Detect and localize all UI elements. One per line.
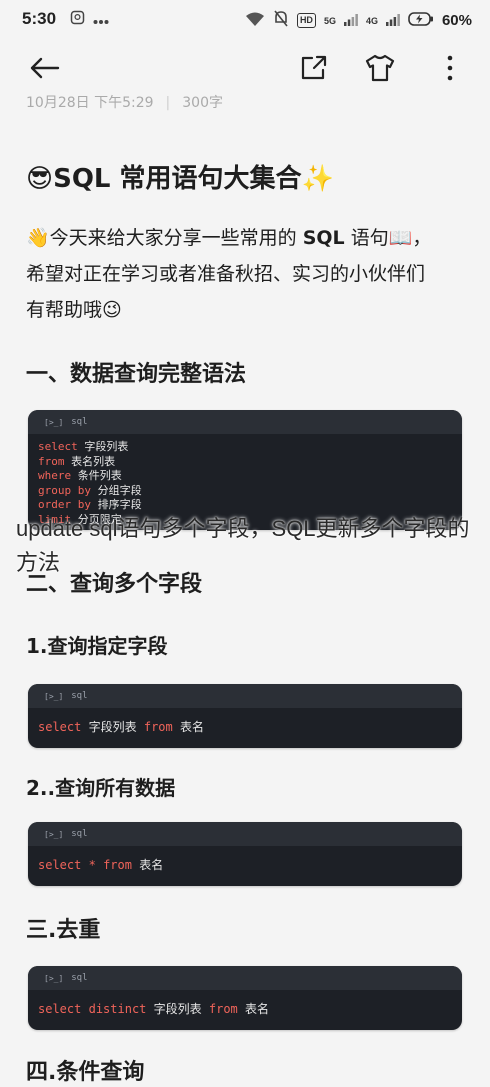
sub-heading-2: 2..查询所有数据	[26, 776, 176, 800]
article-meta: 10月28日 下午5:29 | 300字	[26, 92, 223, 112]
intro-line-2: 希望对正在学习或者准备秋招、实习的小伙伴们	[26, 263, 426, 285]
code-lang-label: sql	[71, 691, 88, 701]
code-lang-label: sql	[71, 829, 88, 839]
code-block-select-all: [>_] sql select * from 表名	[28, 822, 462, 886]
code-line: select 字段列表	[38, 440, 129, 453]
notification-badge-icon	[70, 10, 85, 29]
back-arrow-icon	[30, 57, 60, 79]
section-heading-1: 一、数据查询完整语法	[26, 362, 247, 387]
mute-bell-icon	[273, 10, 289, 31]
code-lang-label: sql	[71, 973, 88, 983]
network-5g-label: 5G	[323, 15, 336, 26]
network-4g-label: 4G	[365, 15, 378, 26]
code-body: select * from 表名	[38, 858, 164, 872]
screen: 5:30 HD 5G 4G 60% 10月28日 下午5:29 | 300字 😎…	[0, 0, 490, 1087]
back-button[interactable]	[28, 52, 60, 84]
code-line: order by 排序字段	[38, 498, 142, 511]
more-vertical-icon	[447, 55, 453, 81]
code-line: group by 分组字段	[38, 483, 142, 497]
intro-line-1: 👋今天来给大家分享一些常用的 SQL 语句📖，	[26, 227, 432, 249]
battery-percent: 60%	[441, 12, 472, 29]
code-header: [>_] sql	[28, 966, 462, 990]
signal-4g-icon	[385, 11, 400, 30]
code-header: [>_] sql	[28, 822, 462, 846]
code-line: from 表名列表	[38, 454, 116, 468]
word-count: 300字	[182, 95, 223, 111]
code-block-select-fields: [>_] sql select 字段列表 from 表名	[28, 684, 462, 748]
code-header: [>_] sql	[28, 684, 462, 708]
terminal-icon: [>_]	[44, 829, 64, 839]
code-body: select 字段列表 from 表名	[38, 720, 204, 734]
meta-divider: |	[165, 95, 171, 111]
sub-heading-1: 1.查询指定字段	[26, 634, 168, 658]
code-lang-label: sql	[71, 417, 88, 427]
more-dots-icon	[93, 10, 109, 29]
article-intro: 👋今天来给大家分享一些常用的 SQL 语句📖， 希望对正在学习或者准备秋招、实习…	[26, 220, 466, 328]
code-body: select distinct 字段列表 from 表名	[38, 1002, 270, 1016]
status-time: 5:30	[22, 9, 57, 28]
publish-date: 10月28日 下午5:29	[26, 95, 154, 111]
section-heading-3: 三.去重	[26, 918, 101, 943]
terminal-icon: [>_]	[44, 691, 64, 701]
share-button[interactable]	[298, 52, 330, 84]
terminal-icon: [>_]	[44, 973, 64, 983]
code-block-distinct: [>_] sql select distinct 字段列表 from 表名	[28, 966, 462, 1030]
wifi-icon	[245, 11, 265, 31]
battery-charging-icon	[408, 11, 434, 30]
status-bar: 5:30 HD 5G 4G 60%	[0, 0, 490, 38]
section-heading-4: 四.条件查询	[26, 1060, 145, 1085]
terminal-icon: [>_]	[44, 417, 64, 427]
code-header: [>_] sql	[28, 410, 462, 434]
signal-5g-icon	[343, 11, 358, 30]
theme-button[interactable]	[364, 52, 396, 84]
app-bar	[0, 38, 490, 98]
hd-badge: HD	[296, 13, 316, 28]
overlay-caption: update sql语句多个字段，SQL更新多个字段的方法	[16, 516, 470, 575]
article-title: 😎SQL 常用语句大集合✨	[26, 164, 334, 194]
intro-line-3: 有帮助哦😉	[26, 299, 122, 321]
tshirt-icon	[365, 54, 395, 82]
more-options-button[interactable]	[434, 52, 466, 84]
share-icon	[301, 55, 327, 80]
code-line: where 条件列表	[38, 469, 122, 482]
